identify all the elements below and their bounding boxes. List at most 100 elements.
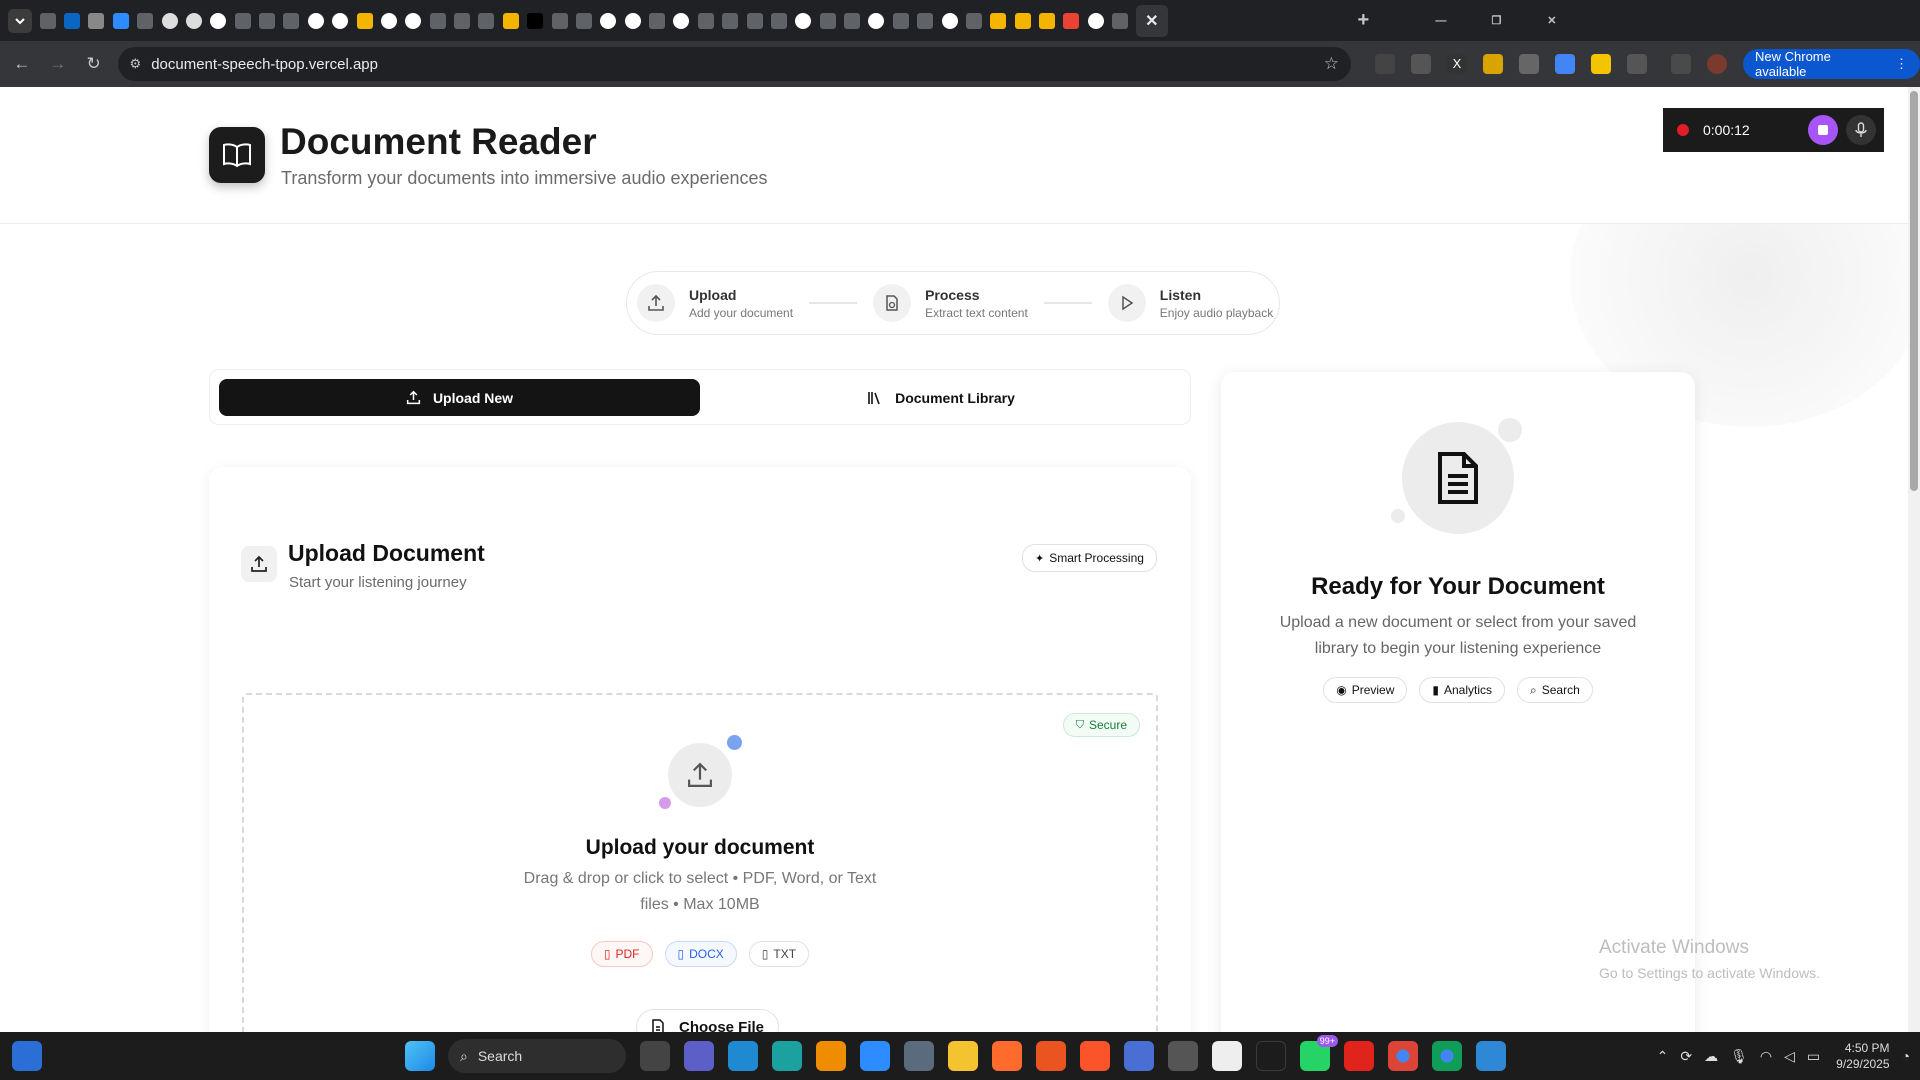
microphone-icon[interactable]: 🎙 — [1730, 1048, 1748, 1065]
app-icon[interactable] — [1476, 1041, 1506, 1071]
app-icon[interactable] — [1212, 1041, 1242, 1071]
app-icon[interactable] — [1344, 1041, 1374, 1071]
minimize-button[interactable]: — — [1429, 9, 1453, 33]
notifications-icon[interactable]: ◔ — [1902, 1048, 1910, 1064]
extensions-puzzle-icon[interactable] — [1627, 54, 1648, 74]
file-explorer-icon[interactable] — [948, 1041, 978, 1071]
tab-document-library[interactable]: Document Library — [700, 379, 1182, 416]
task-view-icon[interactable] — [640, 1041, 670, 1071]
bookmark-star-icon[interactable]: ☆ — [1324, 54, 1339, 74]
tab-google-icon[interactable] — [380, 12, 397, 29]
chrome-icon[interactable] — [1388, 1041, 1418, 1071]
tab-openai-icon[interactable] — [185, 12, 202, 29]
tab-x-icon[interactable] — [527, 12, 544, 29]
tab-github-icon[interactable] — [624, 12, 641, 29]
restore-button[interactable]: ❐ — [1484, 9, 1508, 33]
tab-github-icon[interactable] — [1087, 12, 1104, 29]
tab-app-icon[interactable] — [429, 12, 446, 29]
app-icon[interactable] — [904, 1041, 934, 1071]
tab-github-icon[interactable] — [210, 12, 227, 29]
more-menu-icon[interactable]: ⋮ — [1895, 56, 1908, 72]
whatsapp-icon[interactable]: 99+ — [1300, 1035, 1338, 1071]
tab-app-icon[interactable] — [137, 12, 154, 29]
app-icon[interactable] — [1124, 1041, 1154, 1071]
brave-icon[interactable] — [1080, 1041, 1110, 1071]
zoom-icon[interactable] — [860, 1041, 890, 1071]
tab-app-icon[interactable] — [770, 12, 787, 29]
tab-github-icon[interactable] — [600, 12, 617, 29]
tab-drive-icon[interactable] — [356, 12, 373, 29]
address-bar[interactable]: ⚙ document-speech-tpop.vercel.app ☆ — [117, 47, 1352, 81]
tab-upload-new[interactable]: Upload New — [219, 379, 700, 416]
site-info-icon[interactable]: ⚙ — [130, 56, 142, 72]
media-player-icon[interactable] — [1168, 1041, 1198, 1071]
extension-icon[interactable] — [1555, 54, 1576, 74]
chrome-icon[interactable] — [1432, 1041, 1462, 1071]
back-button[interactable]: ← — [8, 50, 36, 78]
clock[interactable]: 4:50 PM 9/29/2025 — [1836, 1040, 1889, 1072]
page-scrollbar[interactable] — [1908, 87, 1920, 1032]
tab-google-icon[interactable] — [307, 12, 324, 29]
volume-icon[interactable]: ◁ — [1784, 1048, 1795, 1065]
choose-file-button[interactable]: Choose File — [636, 1009, 780, 1032]
sync-icon[interactable]: ⟳ — [1680, 1048, 1692, 1065]
extension-icon[interactable] — [1411, 54, 1432, 74]
close-window-button[interactable]: ✕ — [1540, 9, 1564, 33]
tab-app-icon[interactable] — [722, 12, 739, 29]
tab-github-icon[interactable] — [795, 12, 812, 29]
wifi-icon[interactable]: ◠ — [1760, 1048, 1772, 1065]
tab-app-icon[interactable] — [844, 12, 861, 29]
tab-code-icon[interactable] — [88, 12, 105, 29]
drop-zone[interactable]: ⛉ Secure Upload your document Drag & dro… — [242, 693, 1158, 1032]
extension-icon[interactable] — [1375, 54, 1396, 74]
new-chrome-available-button[interactable]: New Chrome available ⋮ — [1743, 49, 1920, 79]
tab-app-icon[interactable] — [917, 12, 934, 29]
start-button[interactable] — [405, 1041, 435, 1071]
tab-github-icon[interactable] — [673, 12, 690, 29]
app-icon[interactable] — [992, 1041, 1022, 1071]
cloud-icon[interactable]: ☁ — [1704, 1048, 1718, 1065]
tab-google-icon[interactable] — [941, 12, 958, 29]
stop-recording-button[interactable] — [1808, 115, 1838, 145]
tab-app-icon[interactable] — [746, 12, 763, 29]
tab-drive-icon[interactable] — [502, 12, 519, 29]
tab-app-icon[interactable] — [1112, 12, 1129, 29]
tab-app-icon[interactable] — [965, 12, 982, 29]
app-icon[interactable] — [1256, 1041, 1286, 1071]
download-icon[interactable] — [1671, 54, 1692, 74]
new-tab-button[interactable]: + — [1351, 9, 1375, 33]
app-icon[interactable] — [684, 1041, 714, 1071]
edge-icon[interactable] — [772, 1041, 802, 1071]
tab-app-icon[interactable] — [478, 12, 495, 29]
vscode-icon[interactable] — [728, 1041, 758, 1071]
x-extension-icon[interactable]: X — [1447, 54, 1468, 74]
microphone-icon[interactable] — [1846, 115, 1876, 145]
vlc-icon[interactable] — [816, 1041, 846, 1071]
taskbar-search[interactable]: ⌕ Search — [448, 1039, 626, 1073]
reload-button[interactable]: ↻ — [80, 50, 108, 78]
widgets-icon[interactable] — [12, 1041, 42, 1071]
tab-openai-icon[interactable] — [161, 12, 178, 29]
tab-app-icon[interactable] — [259, 12, 276, 29]
tab-app-icon[interactable] — [283, 12, 300, 29]
tab-app-icon[interactable] — [39, 12, 56, 29]
tab-app-icon[interactable] — [819, 12, 836, 29]
extension-icon[interactable] — [1483, 54, 1504, 74]
tab-drive-icon[interactable] — [1039, 12, 1056, 29]
ubuntu-icon[interactable] — [1036, 1041, 1066, 1071]
forward-button[interactable]: → — [44, 50, 72, 78]
tab-app-icon[interactable] — [892, 12, 909, 29]
scrollbar-thumb[interactable] — [1910, 91, 1918, 491]
tab-drive-icon[interactable] — [1014, 12, 1031, 29]
tab-app-icon[interactable] — [551, 12, 568, 29]
active-tab-close-icon[interactable]: ✕ — [1135, 4, 1168, 37]
tab-zoom-icon[interactable] — [112, 12, 129, 29]
tab-drive-icon[interactable] — [990, 12, 1007, 29]
tab-linkedin-icon[interactable] — [64, 12, 81, 29]
tab-app-icon[interactable] — [697, 12, 714, 29]
profile-avatar[interactable] — [1707, 54, 1728, 74]
battery-icon[interactable]: ▭ — [1807, 1048, 1820, 1065]
tab-github-icon[interactable] — [868, 12, 885, 29]
tab-google-icon[interactable] — [332, 12, 349, 29]
tab-app-icon[interactable] — [575, 12, 592, 29]
